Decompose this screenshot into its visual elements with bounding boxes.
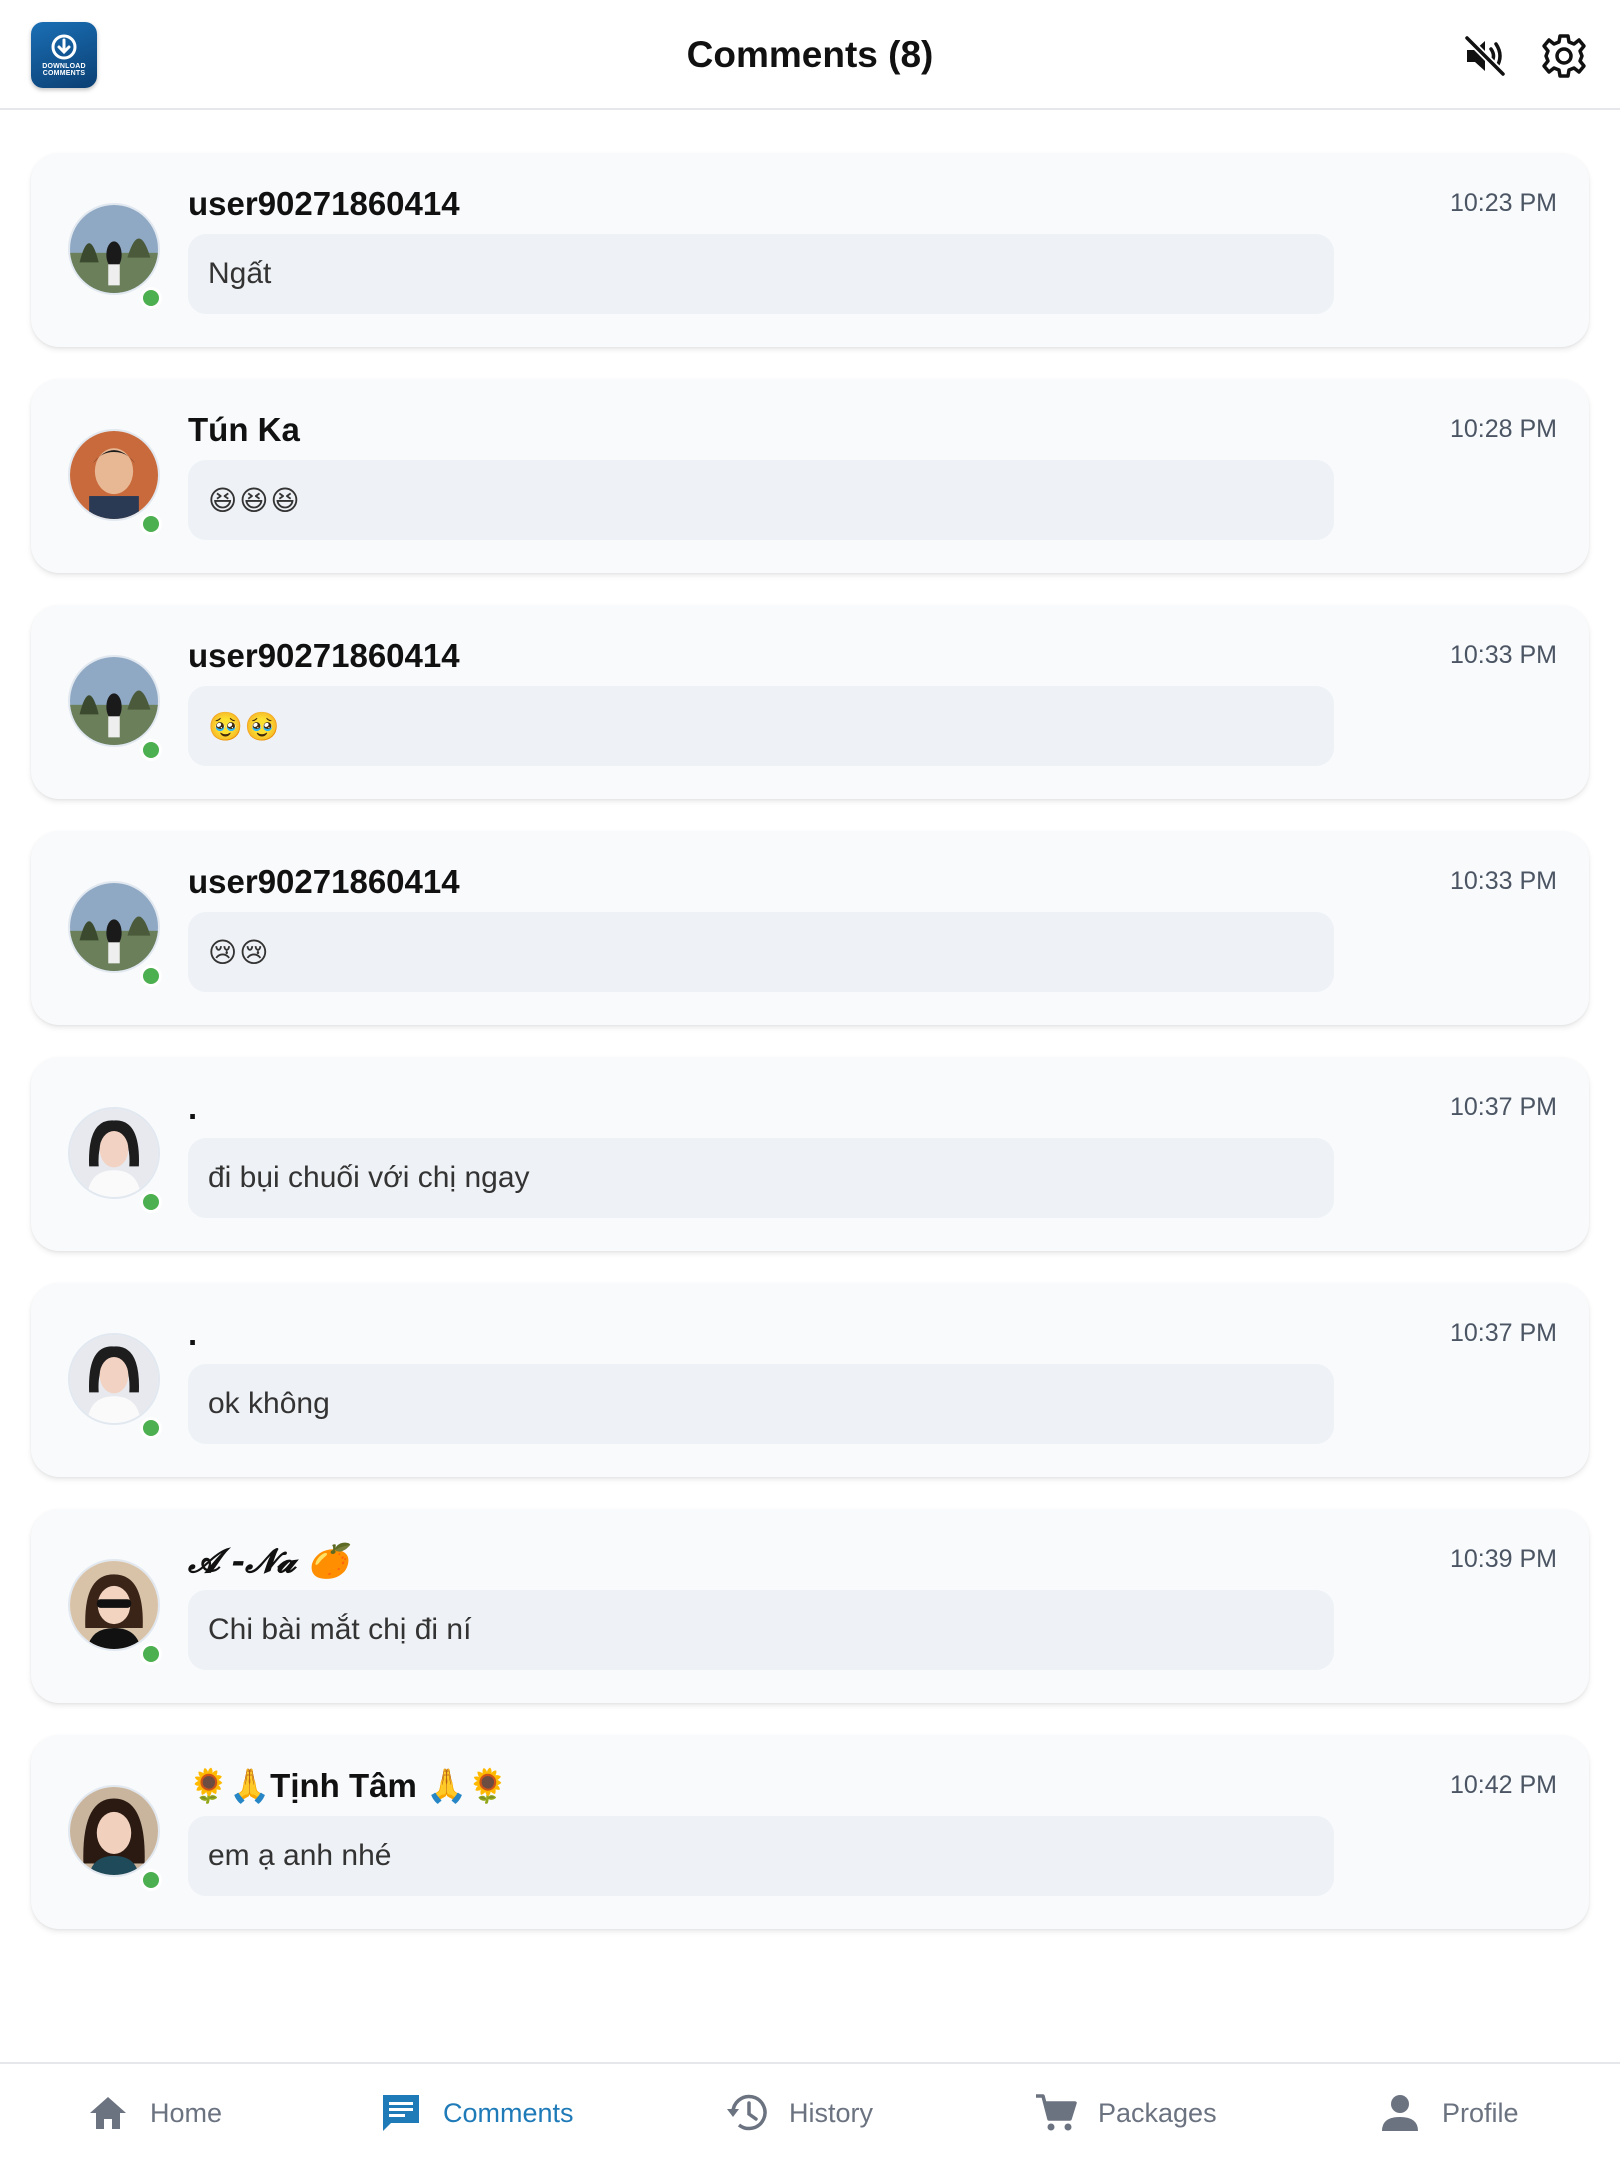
comment-time: 10:33 PM — [1449, 867, 1557, 895]
comments-icon — [383, 2095, 419, 2131]
comment-time: 10:23 PM — [1449, 189, 1557, 217]
comment-card[interactable]: 𝓐 -𝓝𝓪 🍊 10:39 PM Chi bài mắt chị đi ní — [31, 1509, 1589, 1703]
comment-time: 10:37 PM — [1449, 1093, 1557, 1121]
online-indicator — [140, 287, 162, 309]
comment-time: 10:37 PM — [1449, 1319, 1557, 1347]
comment-username[interactable]: user90271860414 — [188, 863, 460, 901]
nav-label: Profile — [1442, 2097, 1519, 2128]
comment-text: ok không — [188, 1364, 1334, 1444]
comment-card[interactable]: user90271860414 10:33 PM 🥹🥹 — [31, 605, 1589, 799]
online-indicator — [140, 1191, 162, 1213]
comment-card[interactable]: 🌻🙏Tịnh Tâm 🙏🌻 10:42 PM em ạ anh nhé — [31, 1735, 1589, 1929]
avatar[interactable] — [68, 203, 160, 295]
comment-text: em ạ anh nhé — [188, 1816, 1334, 1896]
avatar[interactable] — [68, 655, 160, 747]
online-indicator — [140, 1643, 162, 1665]
nav-label: Home — [150, 2097, 223, 2128]
comment-card[interactable]: . 10:37 PM đi bụi chuối với chị ngay — [31, 1057, 1589, 1251]
avatar[interactable] — [68, 1333, 160, 1425]
comment-text: 😢😢 — [188, 912, 1334, 992]
comment-username[interactable]: . — [188, 1315, 197, 1353]
gear-icon[interactable] — [1540, 32, 1588, 80]
avatar[interactable] — [68, 1107, 160, 1199]
comment-username[interactable]: 🌻🙏Tịnh Tâm 🙏🌻 — [188, 1767, 508, 1806]
comment-text: 🥹🥹 — [188, 686, 1334, 766]
comment-text: Ngất — [188, 234, 1334, 314]
nav-history[interactable]: History — [725, 2064, 873, 2162]
bottom-navigation: Home Comments History Packages Profile — [0, 2062, 1620, 2160]
online-indicator — [140, 739, 162, 761]
page-title: Comments (8) — [686, 34, 934, 75]
comment-username[interactable]: user90271860414 — [188, 637, 460, 675]
comment-card[interactable]: user90271860414 10:33 PM 😢😢 — [31, 831, 1589, 1025]
comment-text: đi bụi chuối với chị ngay — [188, 1138, 1334, 1218]
nav-comments[interactable]: Comments — [379, 2064, 574, 2162]
nav-label: Comments — [443, 2097, 574, 2128]
avatar[interactable] — [68, 1559, 160, 1651]
comment-time: 10:33 PM — [1449, 641, 1557, 669]
comment-username[interactable]: . — [188, 1089, 197, 1127]
nav-packages[interactable]: Packages — [1034, 2064, 1217, 2162]
comment-text: Chi bài mắt chị đi ní — [188, 1590, 1334, 1670]
comment-text: 😆😆😆 — [188, 460, 1334, 540]
cart-icon — [1036, 2094, 1077, 2131]
nav-label: Packages — [1098, 2097, 1217, 2128]
avatar[interactable] — [68, 429, 160, 521]
history-icon — [727, 2094, 767, 2131]
person-icon — [1382, 2095, 1418, 2131]
comment-username[interactable]: 𝓐 -𝓝𝓪 🍊 — [188, 1541, 349, 1581]
comment-time: 10:39 PM — [1449, 1545, 1557, 1573]
comment-card[interactable]: Tún Ka 10:28 PM 😆😆😆 — [31, 379, 1589, 573]
comment-username[interactable]: Tún Ka — [188, 411, 300, 449]
online-indicator — [140, 513, 162, 535]
mute-icon[interactable] — [1461, 32, 1509, 80]
comment-list: user90271860414 10:23 PM Ngất Tún Ka 10:… — [31, 153, 1589, 1961]
home-icon — [90, 2097, 126, 2129]
online-indicator — [140, 1869, 162, 1891]
comment-time: 10:28 PM — [1449, 415, 1557, 443]
comment-time: 10:42 PM — [1449, 1771, 1557, 1799]
comment-card[interactable]: user90271860414 10:23 PM Ngất — [31, 153, 1589, 347]
comment-card[interactable]: . 10:37 PM ok không — [31, 1283, 1589, 1477]
nav-profile[interactable]: Profile — [1378, 2064, 1519, 2162]
nav-label: History — [789, 2097, 874, 2128]
avatar[interactable] — [68, 881, 160, 973]
comment-username[interactable]: user90271860414 — [188, 185, 460, 223]
avatar[interactable] — [68, 1785, 160, 1877]
online-indicator — [140, 1417, 162, 1439]
top-app-bar: DOWNLOAD COMMENTS Comments (8) — [0, 0, 1620, 110]
nav-home[interactable]: Home — [86, 2064, 222, 2162]
online-indicator — [140, 965, 162, 987]
